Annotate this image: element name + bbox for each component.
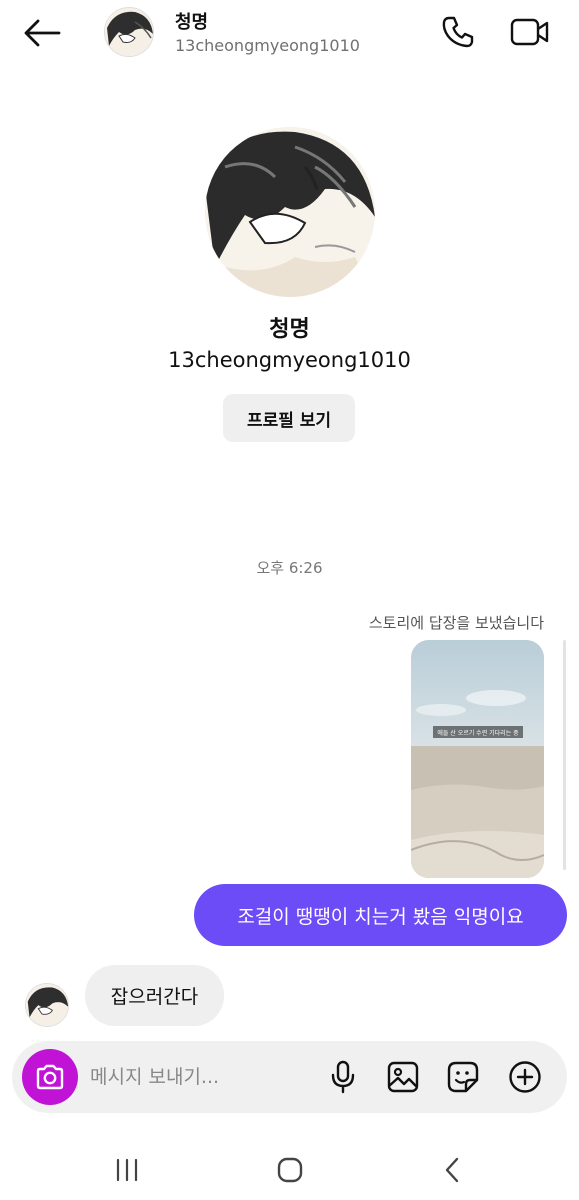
sent-message-bubble[interactable]: 조걸이 땡땡이 치는거 봤음 익명이요 [194, 884, 567, 946]
profile-illustration-icon [205, 127, 375, 297]
sender-avatar[interactable] [25, 983, 69, 1027]
message-input[interactable] [90, 1061, 290, 1093]
voice-call-button[interactable] [438, 12, 478, 52]
home-button[interactable] [266, 1148, 314, 1192]
more-options-button[interactable] [507, 1059, 543, 1095]
recent-apps-icon [116, 1158, 138, 1182]
profile-handle: 13cheongmyeong1010 [168, 348, 411, 372]
profile-avatar[interactable] [205, 127, 375, 297]
gallery-button[interactable] [385, 1059, 421, 1095]
plus-circle-icon [509, 1061, 541, 1093]
story-reply-label: 스토리에 답장을 보냈습니다 [368, 614, 544, 632]
avatar-illustration-icon [105, 8, 153, 56]
story-landscape-image [411, 640, 544, 878]
view-profile-button[interactable]: 프로필 보기 [223, 394, 355, 442]
sticker-icon [447, 1061, 479, 1093]
back-arrow-icon [24, 19, 61, 47]
profile-name: 청명 [269, 317, 310, 342]
image-icon [387, 1061, 419, 1093]
story-caption: 에들 산 오르기 수련 기다리는 중 [433, 726, 523, 738]
home-icon [277, 1157, 303, 1183]
camera-icon [36, 1064, 64, 1090]
avatar-illustration-icon [26, 984, 68, 1026]
back-button[interactable] [22, 14, 62, 52]
story-reply-card[interactable]: 에들 산 오르기 수련 기다리는 중 [411, 640, 544, 878]
voice-message-button[interactable] [325, 1059, 361, 1095]
video-call-button[interactable] [508, 12, 552, 52]
message-timestamp: 오후 6:26 [256, 559, 323, 577]
camera-button[interactable] [22, 1049, 78, 1105]
header-handle[interactable]: 13cheongmyeong1010 [175, 36, 360, 55]
header-avatar[interactable] [104, 7, 154, 57]
received-message-bubble[interactable]: 잡으러간다 [85, 965, 224, 1026]
phone-icon [442, 16, 474, 48]
recent-apps-button[interactable] [103, 1148, 151, 1192]
scrollbar[interactable] [563, 640, 566, 870]
system-navigation-bar [0, 1140, 579, 1200]
system-back-button[interactable] [428, 1148, 476, 1192]
message-composer [12, 1041, 567, 1113]
sticker-button[interactable] [445, 1059, 481, 1095]
chat-header: 청명 13cheongmyeong1010 [0, 0, 579, 70]
header-name[interactable]: 청명 [175, 8, 208, 34]
microphone-icon [331, 1060, 355, 1094]
chevron-left-icon [445, 1157, 459, 1183]
video-camera-icon [510, 18, 549, 46]
